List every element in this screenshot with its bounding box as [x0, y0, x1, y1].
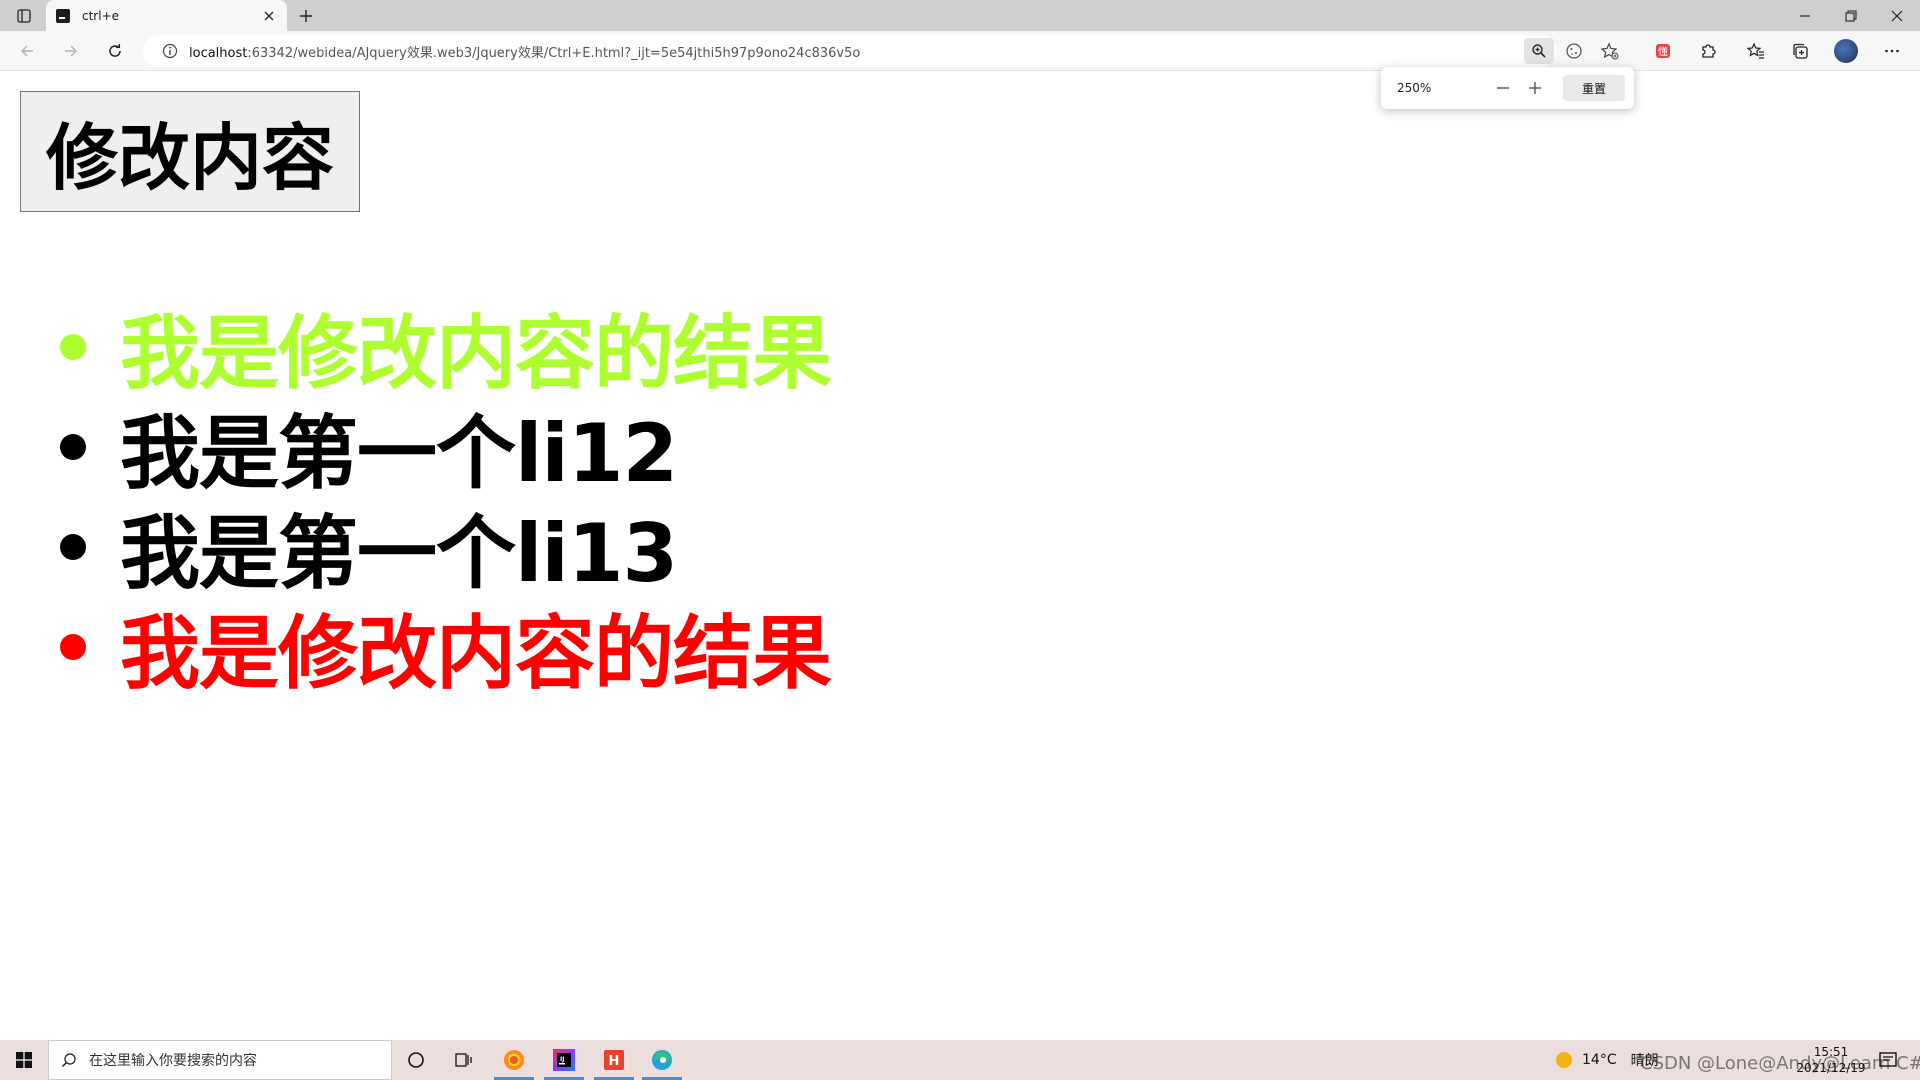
tab-actions-icon[interactable]: [10, 4, 38, 28]
taskbar: 在这里输入你要搜索的内容 IJ H 14°C 晴朗 CSDN @Lone@And…: [0, 1040, 1920, 1080]
profile-avatar[interactable]: [1830, 37, 1862, 65]
modify-content-button[interactable]: 修改内容: [20, 91, 360, 212]
url-host: localhost: [189, 45, 248, 61]
page-content: 修改内容 我是修改内容的结果 我是第一个li12 我是第一个li13 我是修改内…: [0, 72, 1920, 1040]
list-item: 我是第一个li13: [0, 497, 831, 600]
list-bullet: [60, 434, 86, 460]
list-item: 我是第一个li12: [0, 397, 831, 500]
list-item-text: 我是第一个li12: [120, 407, 678, 500]
clock-date: 2021/12/19: [1796, 1061, 1866, 1075]
favorites-icon[interactable]: [1740, 37, 1772, 65]
new-tab-icon[interactable]: [294, 4, 318, 28]
browser-toolbar: localhost:63342/webidea/AJquery效果.web3/J…: [0, 31, 1920, 71]
close-tab-icon[interactable]: [261, 8, 277, 24]
result-list: 我是修改内容的结果 我是第一个li12 我是第一个li13 我是修改内容的结果: [0, 297, 832, 700]
minimize-icon[interactable]: [1782, 2, 1828, 30]
browser-tab[interactable]: ctrl+e: [46, 0, 287, 31]
url-text[interactable]: localhost:63342/webidea/AJquery效果.web3/J…: [189, 42, 860, 61]
windows-start-icon[interactable]: [0, 1040, 48, 1080]
tab-strip: ctrl+e: [0, 0, 1920, 31]
list-item: 我是修改内容的结果: [0, 297, 832, 400]
hbuilder-app-icon[interactable]: H: [590, 1040, 638, 1080]
back-icon[interactable]: [12, 37, 42, 65]
svg-text:H: H: [609, 1054, 620, 1069]
tracking-prevention-icon[interactable]: [1559, 38, 1589, 64]
list-bullet: [60, 534, 86, 560]
extension-icon[interactable]: 懂: [1647, 37, 1679, 65]
svg-text:IJ: IJ: [560, 1056, 564, 1063]
svg-text:懂: 懂: [1658, 46, 1668, 58]
close-window-icon[interactable]: [1874, 2, 1920, 30]
list-item-text: 我是第一个li13: [120, 507, 678, 600]
list-item-text: 我是修改内容的结果: [120, 607, 832, 700]
site-info-icon[interactable]: [155, 43, 185, 59]
list-item: 我是修改内容的结果: [0, 597, 832, 700]
intellij-app-icon[interactable]: IJ: [540, 1040, 588, 1080]
notification-icon[interactable]: [1878, 1050, 1898, 1070]
task-view-icon[interactable]: [440, 1040, 488, 1080]
zoom-level: 250%: [1397, 81, 1432, 95]
sun-icon: [1556, 1052, 1572, 1068]
collections-icon[interactable]: [1784, 37, 1816, 65]
restore-icon[interactable]: [1828, 2, 1874, 30]
edge-app-icon[interactable]: [638, 1040, 686, 1080]
list-bullet: [60, 634, 86, 660]
search-placeholder: 在这里输入你要搜索的内容: [89, 1053, 257, 1069]
search-icon: [49, 1052, 89, 1068]
add-favorite-icon[interactable]: [1595, 38, 1625, 64]
intellij-favicon-icon: [56, 8, 70, 23]
system-clock[interactable]: 15:51 2021/12/19: [1796, 1044, 1866, 1076]
refresh-icon[interactable]: [100, 37, 130, 65]
forward-icon[interactable]: [56, 37, 86, 65]
list-item-text: 我是修改内容的结果: [120, 307, 832, 400]
puzzle-icon[interactable]: [1692, 37, 1724, 65]
cortana-icon[interactable]: [392, 1040, 440, 1080]
zoom-out-icon[interactable]: [1487, 74, 1519, 102]
taskbar-search-input[interactable]: 在这里输入你要搜索的内容: [48, 1040, 392, 1080]
more-icon[interactable]: [1876, 37, 1908, 65]
zoom-in-icon[interactable]: [1519, 74, 1551, 102]
address-bar[interactable]: localhost:63342/webidea/AJquery效果.web3/J…: [143, 35, 1619, 67]
zoom-reset-button[interactable]: 重置: [1563, 75, 1625, 101]
zoom-icon[interactable]: [1524, 38, 1554, 64]
firefox-app-icon[interactable]: [490, 1040, 538, 1080]
clock-time: 15:51: [1813, 1045, 1849, 1059]
list-bullet: [60, 334, 86, 360]
zoom-popup: 250% 重置: [1381, 67, 1634, 109]
tab-title: ctrl+e: [82, 8, 120, 23]
avatar: [1834, 39, 1858, 63]
url-path: :63342/webidea/AJquery效果.web3/Jquery效果/C…: [247, 45, 861, 61]
temperature: 14°C: [1582, 1052, 1617, 1068]
